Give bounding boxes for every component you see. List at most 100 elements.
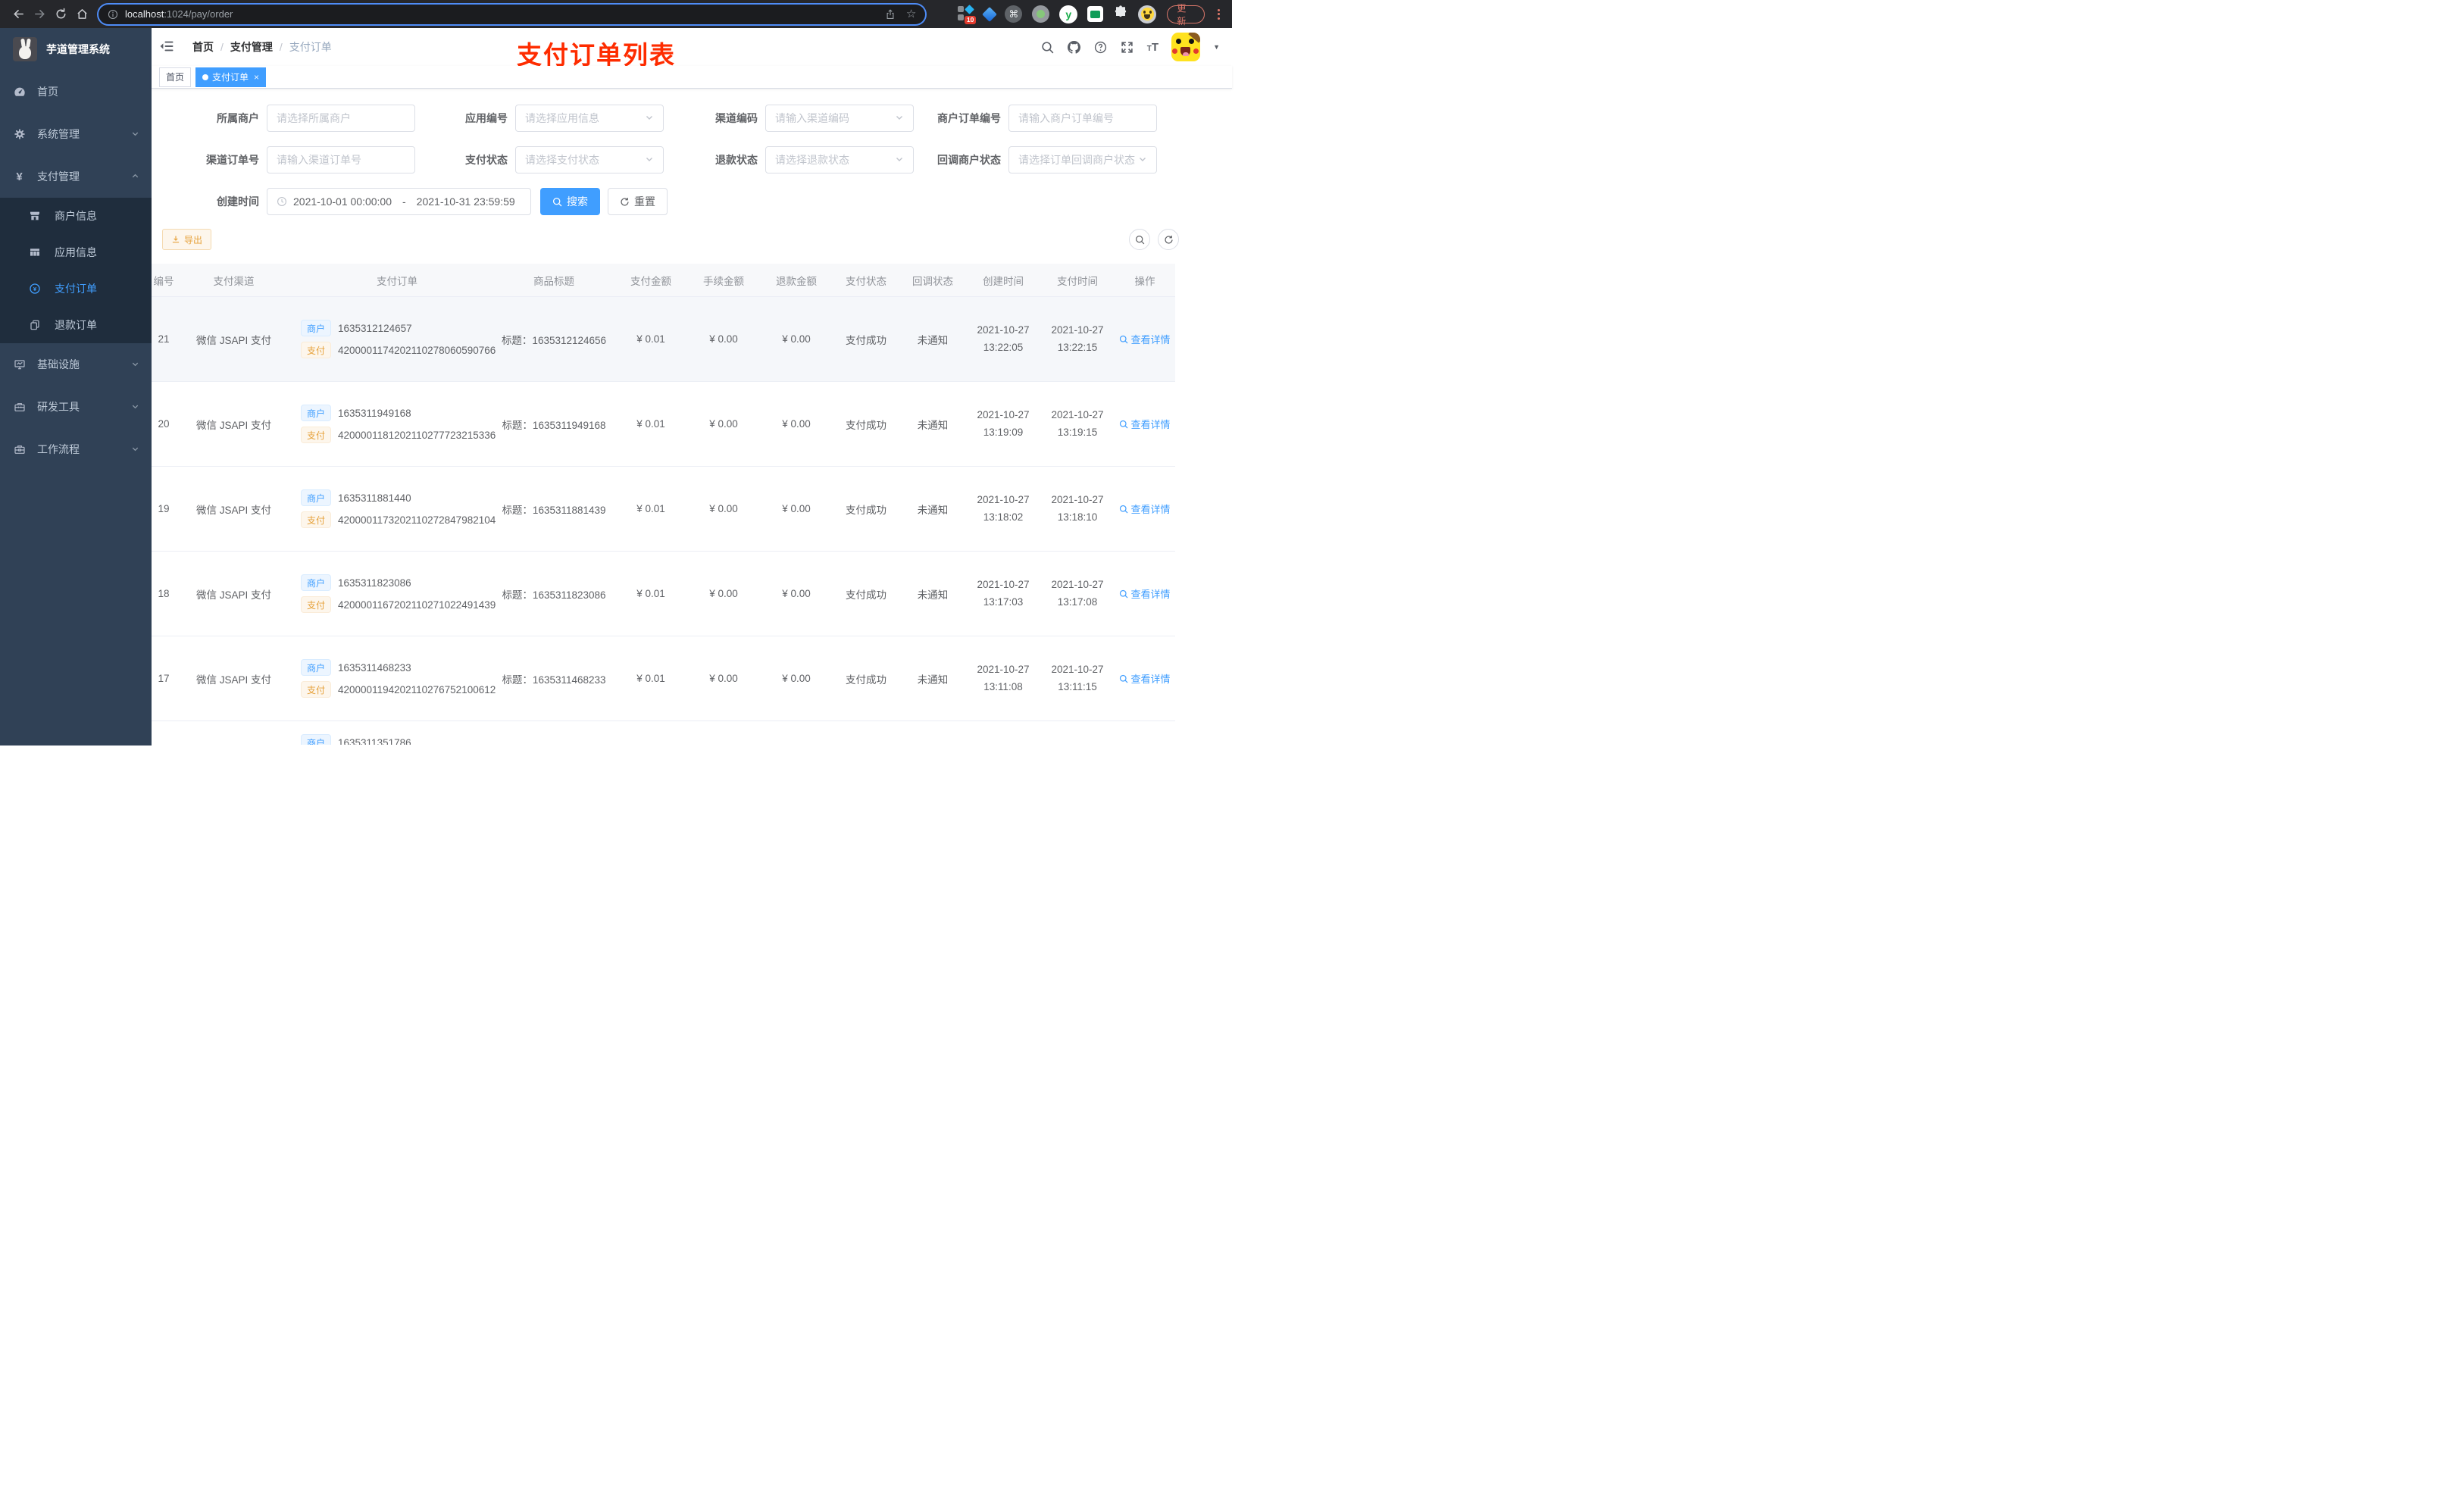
- search-button[interactable]: 搜索: [540, 188, 600, 215]
- cell-notify: 未通知: [899, 297, 966, 382]
- sidebar-item-merchant-info[interactable]: 商户信息: [0, 198, 152, 234]
- help-icon[interactable]: [1094, 40, 1108, 54]
- cell-refund: ¥ 0.00: [760, 297, 833, 382]
- user-avatar[interactable]: [1171, 33, 1201, 61]
- logo-rabbit-image: [13, 37, 37, 61]
- sidebar-item-app-info[interactable]: 应用信息: [0, 234, 152, 270]
- breadcrumb-current: 支付订单: [289, 41, 332, 53]
- cell-created: 2021-10-27 13:11:08: [966, 636, 1040, 721]
- site-info-icon[interactable]: [108, 9, 118, 20]
- search-icon: [1120, 589, 1128, 598]
- merchant-order-no-input[interactable]: 请输入商户订单编号: [1008, 105, 1157, 132]
- cell-status: 支付成功: [833, 467, 899, 552]
- navbar-actions: TT ▼: [1041, 33, 1220, 61]
- callback-status-select[interactable]: 请选择订单回调商户状态: [1008, 146, 1157, 173]
- merchant-select-input[interactable]: 请选择所属商户: [267, 105, 415, 132]
- cell-paid: 2021-10-27 13:18:10: [1040, 467, 1115, 552]
- sidebar-item-payment[interactable]: ¥ 支付管理: [0, 155, 152, 198]
- toolbox-icon: [13, 401, 26, 413]
- refresh-table-button[interactable]: [1158, 229, 1179, 250]
- browser-reload-button[interactable]: [50, 4, 71, 25]
- sidebar-item-dev-tools[interactable]: 研发工具: [0, 386, 152, 428]
- extension-chat-icon[interactable]: [1087, 6, 1104, 22]
- sidebar-collapse-button[interactable]: [159, 39, 176, 55]
- view-detail-link[interactable]: 查看详情: [1119, 417, 1171, 431]
- pay-tag: 支付: [301, 342, 332, 358]
- search-icon[interactable]: [1041, 40, 1055, 54]
- chevron-down-icon: [1138, 154, 1147, 166]
- extension-gem-icon[interactable]: [982, 6, 998, 22]
- extension-workona-icon[interactable]: 10: [957, 5, 977, 24]
- search-icon: [1120, 674, 1128, 683]
- view-detail-link[interactable]: 查看详情: [1119, 671, 1171, 686]
- orders-table-wrap: 编号 支付渠道 支付订单 商品标题 支付金额 手续金额 退款金额 支付状态 回调…: [152, 264, 1221, 745]
- tab-close-icon[interactable]: ×: [254, 73, 259, 82]
- filter-label: 渠道编码: [715, 112, 758, 124]
- browser-update-button[interactable]: 更新: [1167, 3, 1205, 27]
- refund-status-select[interactable]: 请选择退款状态: [765, 146, 914, 173]
- breadcrumb-home[interactable]: 首页: [192, 39, 214, 55]
- sidebar-item-infrastructure[interactable]: 基础设施: [0, 343, 152, 386]
- tags-view-bar: 首页 支付订单 ×: [152, 66, 1232, 89]
- extension-y-icon[interactable]: y: [1059, 5, 1078, 23]
- tab-home[interactable]: 首页: [159, 67, 192, 87]
- breadcrumb-payment[interactable]: 支付管理: [230, 39, 273, 55]
- table-row: 20 微信 JSAPI 支付 商户 1635311949168 支付 42000…: [152, 382, 1175, 467]
- app-id-select[interactable]: 请选择应用信息: [515, 105, 664, 132]
- cell-fee: ¥ 0.00: [687, 297, 760, 382]
- address-bar[interactable]: localhost:1024/pay/order ☆: [98, 4, 926, 24]
- sidebar-item-workflow[interactable]: 工作流程: [0, 428, 152, 470]
- filter-label: 回调商户状态: [937, 154, 1001, 166]
- cell-fee: ¥ 0.00: [687, 467, 760, 552]
- shop-icon: [28, 210, 41, 222]
- chevron-up-icon: [131, 170, 139, 183]
- extension-recorder-icon[interactable]: [1032, 5, 1050, 23]
- browser-back-button[interactable]: [8, 4, 29, 25]
- filter-label: 商户订单编号: [937, 112, 1001, 124]
- home-icon: [77, 9, 87, 19]
- pay-status-select[interactable]: 请选择支付状态: [515, 146, 664, 173]
- share-icon[interactable]: [885, 8, 896, 20]
- extensions-puzzle-icon[interactable]: [1113, 5, 1128, 23]
- sidebar-item-home[interactable]: 首页: [0, 70, 152, 113]
- browser-menu-icon[interactable]: [1212, 8, 1224, 20]
- export-button[interactable]: 导出: [162, 229, 212, 250]
- sidebar-logo[interactable]: 芋道管理系统: [0, 28, 152, 70]
- col-header-paid: 支付时间: [1040, 264, 1115, 297]
- channel-code-select[interactable]: 请输入渠道编码: [765, 105, 914, 132]
- dashboard-icon: [13, 86, 26, 98]
- sidebar-item-pay-order[interactable]: ¥ 支付订单: [0, 270, 152, 307]
- show-search-button[interactable]: [1129, 229, 1150, 250]
- channel-order-no-input[interactable]: 请输入渠道订单号: [267, 146, 415, 173]
- download-icon: [172, 236, 180, 243]
- bookmark-star-icon[interactable]: ☆: [906, 8, 916, 20]
- url-text: localhost:1024/pay/order: [125, 8, 233, 20]
- view-detail-link[interactable]: 查看详情: [1119, 586, 1171, 601]
- reset-button[interactable]: 重置: [608, 188, 668, 215]
- cell-notify: 未通知: [899, 552, 966, 636]
- cell-refund: ¥ 0.00: [760, 636, 833, 721]
- cell-created: 2021-10-27 13:17:03: [966, 552, 1040, 636]
- cell-notify: 未通知: [899, 467, 966, 552]
- fullscreen-icon[interactable]: [1121, 40, 1134, 54]
- filter-row-3: 创建时间 2021-10-01 00:00:00 - 2021-10-31 23…: [162, 188, 1221, 215]
- col-header-title: 商品标题: [493, 264, 614, 297]
- col-header-channel: 支付渠道: [186, 264, 281, 297]
- view-detail-link[interactable]: 查看详情: [1119, 332, 1171, 346]
- cell-order: 商户 1635311949168 支付 42000011812021102777…: [281, 382, 496, 467]
- extension-command-icon[interactable]: ⌘: [1005, 5, 1023, 23]
- tab-pay-order[interactable]: 支付订单 ×: [195, 67, 267, 87]
- merchant-tag: 商户: [301, 489, 332, 506]
- browser-forward-button[interactable]: [29, 4, 50, 25]
- sidebar-item-system[interactable]: 系统管理: [0, 113, 152, 155]
- sidebar-item-refund-order[interactable]: 退款订单: [0, 307, 152, 343]
- font-size-icon[interactable]: TT: [1147, 41, 1159, 54]
- avatar-caret-icon[interactable]: ▼: [1213, 43, 1220, 51]
- github-icon[interactable]: [1068, 40, 1081, 54]
- payment-submenu: 商户信息 应用信息 ¥ 支付订单 退款订单: [0, 198, 152, 343]
- browser-home-button[interactable]: [71, 4, 92, 25]
- cell-channel: 微信 JSAPI 支付: [186, 382, 281, 467]
- view-detail-link[interactable]: 查看详情: [1119, 502, 1171, 516]
- browser-profile-avatar[interactable]: [1138, 5, 1157, 23]
- create-time-range-picker[interactable]: 2021-10-01 00:00:00 - 2021-10-31 23:59:5…: [267, 188, 531, 215]
